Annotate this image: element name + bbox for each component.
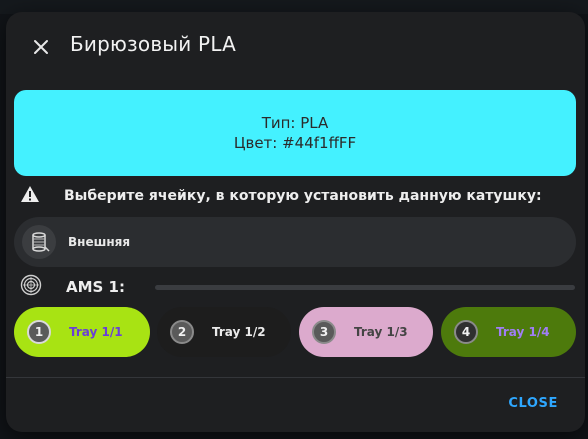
warning-icon xyxy=(20,185,40,207)
filament-color: Цвет: #44f1ffFF xyxy=(233,134,357,152)
spool-icon xyxy=(22,225,56,259)
filament-info-card: Тип: PLA Цвет: #44f1ffFF xyxy=(14,90,576,176)
tray-number-badge: 4 xyxy=(454,320,478,344)
tray-label: Tray 1/1 xyxy=(69,325,123,339)
tray-number-badge: 1 xyxy=(27,320,51,344)
prompt-row: Выберите ячейку, в которую установить да… xyxy=(20,184,575,208)
external-label: Внешняя xyxy=(68,235,131,249)
ams-label: AMS 1: xyxy=(66,278,125,296)
tray-3-button[interactable]: 3 Tray 1/3 xyxy=(299,307,433,357)
filament-type: Тип: PLA xyxy=(261,114,329,132)
tray-number-badge: 2 xyxy=(170,320,194,344)
footer-divider xyxy=(6,377,585,378)
tray-label: Tray 1/4 xyxy=(496,325,550,339)
external-spool-button[interactable]: Внешняя xyxy=(14,217,576,267)
ams-header: AMS 1: xyxy=(20,274,575,300)
ams-icon xyxy=(20,274,42,300)
tray-list: 1 Tray 1/1 2 Tray 1/2 3 Tray 1/3 4 Tray … xyxy=(14,307,576,357)
tray-1-button[interactable]: 1 Tray 1/1 xyxy=(14,307,150,357)
prompt-text: Выберите ячейку, в которую установить да… xyxy=(64,188,542,204)
tray-number-badge: 3 xyxy=(312,320,336,344)
filament-dialog: Бирюзовый PLA Тип: PLA Цвет: #44f1ffFF В… xyxy=(6,12,585,432)
close-button[interactable]: CLOSE xyxy=(508,396,558,411)
tray-label: Tray 1/3 xyxy=(354,325,408,339)
tray-4-button[interactable]: 4 Tray 1/4 xyxy=(441,307,576,357)
tray-label: Tray 1/2 xyxy=(212,325,266,339)
close-icon[interactable] xyxy=(28,34,54,60)
ams-divider-bar xyxy=(155,284,575,290)
tray-2-button[interactable]: 2 Tray 1/2 xyxy=(157,307,291,357)
dialog-title: Бирюзовый PLA xyxy=(70,32,236,56)
